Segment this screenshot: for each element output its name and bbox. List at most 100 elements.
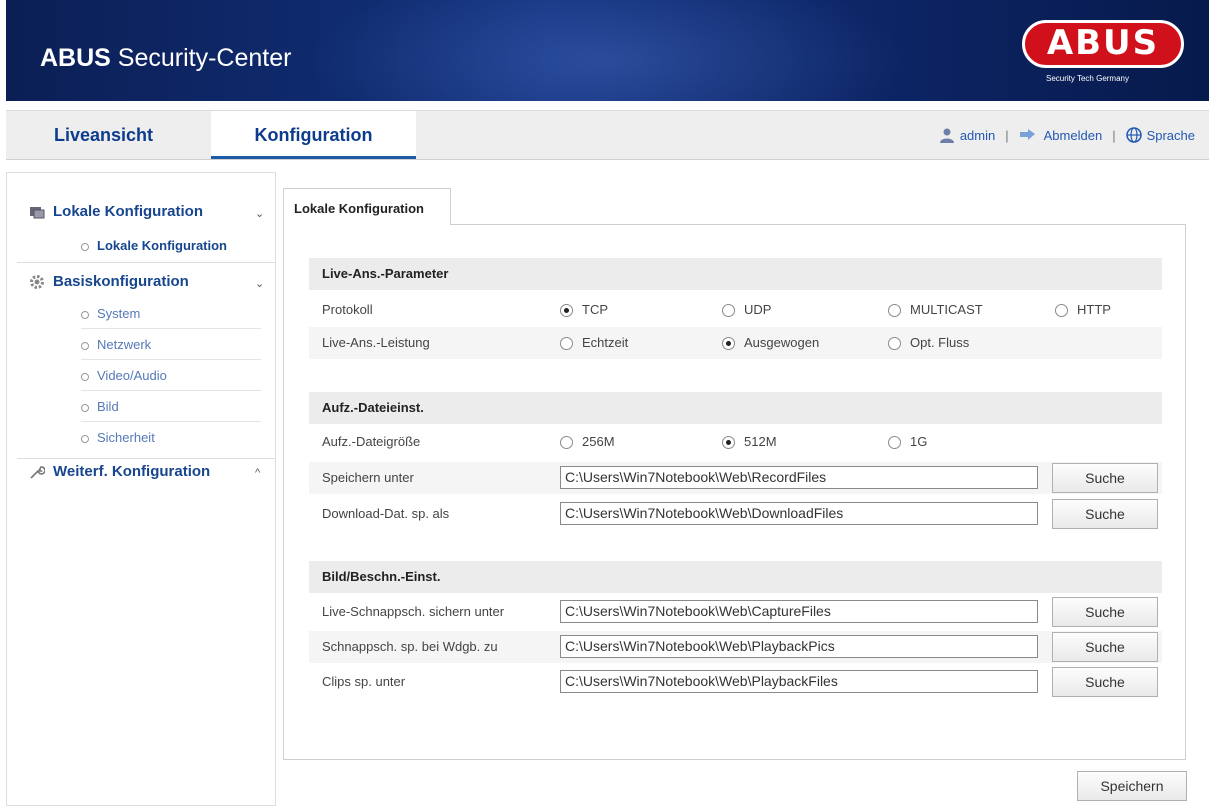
wrench-icon	[30, 465, 45, 479]
bullet-icon	[81, 434, 89, 443]
user-bar: admin | Abmelden | Sprache	[939, 111, 1195, 159]
radio-circle	[1055, 303, 1068, 317]
user-icon	[939, 128, 954, 143]
header-banner: ABUS Security-Center ABUS Security Tech …	[6, 0, 1209, 101]
user-name: admin	[959, 127, 996, 143]
radio-echtzeit[interactable]: Echtzeit	[560, 327, 628, 359]
dateigroesse-row: Aufz.-Dateigröße 256M 512M 1G	[309, 426, 1162, 458]
user-link[interactable]: admin	[939, 127, 995, 143]
separator: |	[1112, 127, 1116, 143]
radio-circle	[560, 303, 573, 317]
bullet-icon	[81, 403, 89, 412]
radio-circle	[888, 435, 901, 449]
capture-row: Live-Schnappsch. sichern unter C:\Users\…	[309, 596, 1162, 628]
browse-capture-button[interactable]: Suche	[1052, 597, 1158, 627]
tab-konfiguration[interactable]: Konfiguration	[211, 111, 416, 159]
top-navigation: Liveansicht Konfiguration admin | Abmeld…	[6, 110, 1209, 160]
capture-path-field[interactable]: C:\Users\Win7Notebook\Web\CaptureFiles	[560, 600, 1038, 623]
radio-label: 1G	[910, 434, 928, 449]
radio-label: 256M	[582, 434, 615, 449]
chevron-down-icon[interactable]: ⌄	[255, 207, 264, 220]
radio-256m[interactable]: 256M	[560, 426, 615, 458]
app-title: ABUS Security-Center	[40, 44, 292, 72]
bullet-icon	[81, 242, 89, 251]
sidebar-item-label: Netzwerk	[97, 337, 152, 352]
tab-liveansicht[interactable]: Liveansicht	[54, 111, 153, 159]
field-label: Live-Ans.-Leistung	[322, 335, 430, 350]
bullet-icon	[81, 341, 89, 350]
radio-label: UDP	[744, 302, 772, 317]
logout-label: Abmelden	[1043, 127, 1103, 143]
banner-glow	[306, 0, 906, 101]
divider	[17, 262, 275, 263]
tab-lokale-konfiguration[interactable]: Lokale Konfiguration	[283, 188, 451, 225]
radio-circle	[722, 303, 735, 317]
section-title: Bild/Beschn.-Einst.	[309, 561, 1162, 593]
record-path-field[interactable]: C:\Users\Win7Notebook\Web\RecordFiles	[560, 466, 1038, 489]
sidebar-item-label: Lokale Konfiguration	[97, 238, 227, 253]
radio-circle	[888, 336, 901, 350]
logout-icon	[1019, 129, 1035, 140]
radio-ausgewogen[interactable]: Ausgewogen	[722, 327, 819, 359]
chevron-up-icon[interactable]: ^	[255, 467, 260, 479]
sidebar-item-sicherheit[interactable]: Sicherheit	[81, 423, 261, 453]
local-config-icon	[30, 206, 45, 218]
browse-clips-button[interactable]: Suche	[1052, 667, 1158, 697]
logout-link[interactable]: Abmelden	[1019, 127, 1103, 143]
radio-circle	[560, 435, 573, 449]
field-label: Speichern unter	[322, 470, 414, 485]
leistung-row: Live-Ans.-Leistung Echtzeit Ausgewogen O…	[309, 327, 1162, 359]
browse-record-button[interactable]: Suche	[1052, 463, 1158, 493]
radio-multicast[interactable]: MULTICAST	[888, 294, 983, 326]
sidebar-group-label: Basiskonfiguration	[53, 273, 189, 290]
clips-row: Clips sp. unter C:\Users\Win7Notebook\We…	[309, 666, 1162, 698]
radio-512m[interactable]: 512M	[722, 426, 777, 458]
chevron-down-icon[interactable]: ⌄	[255, 277, 264, 290]
radio-circle	[560, 336, 573, 350]
speichern-unter-row: Speichern unter C:\Users\Win7Notebook\We…	[309, 462, 1162, 494]
browse-playback-pics-button[interactable]: Suche	[1052, 632, 1158, 662]
field-label: Download-Dat. sp. als	[322, 506, 450, 521]
bullet-icon	[81, 310, 89, 319]
sidebar-item-label: Sicherheit	[97, 430, 155, 445]
sidebar-group-weiterf-konfiguration[interactable]: Weiterf. Konfiguration	[29, 463, 210, 480]
radio-circle	[888, 303, 901, 317]
radio-opt-fluss[interactable]: Opt. Fluss	[888, 327, 969, 359]
bullet-icon	[81, 372, 89, 381]
radio-circle	[722, 435, 735, 449]
sidebar-group-basiskonfiguration[interactable]: Basiskonfiguration	[29, 273, 189, 290]
sidebar-item-label: Video/Audio	[97, 368, 167, 383]
radio-label: 512M	[744, 434, 777, 449]
gear-icon	[30, 274, 44, 289]
playback-pics-row: Schnappsch. sp. bei Wdgb. zu C:\Users\Wi…	[309, 631, 1162, 663]
abus-logo: ABUS Security Tech Germany	[1022, 20, 1184, 84]
field-label: Clips sp. unter	[322, 674, 406, 689]
sidebar-item-label: Bild	[97, 399, 119, 414]
field-label: Live-Schnappsch. sichern unter	[322, 604, 505, 619]
radio-1g[interactable]: 1G	[888, 426, 927, 458]
clips-path-field[interactable]: C:\Users\Win7Notebook\Web\PlaybackFiles	[560, 670, 1038, 693]
sidebar-group-lokale-konfiguration[interactable]: Lokale Konfiguration	[29, 203, 203, 220]
radio-circle	[722, 336, 735, 350]
radio-tcp[interactable]: TCP	[560, 294, 608, 326]
section-title: Live-Ans.-Parameter	[309, 258, 1162, 290]
browse-download-button[interactable]: Suche	[1052, 499, 1158, 529]
sidebar-item-lokale-konfiguration[interactable]: Lokale Konfiguration	[81, 231, 261, 261]
sidebar-item-label: System	[97, 306, 141, 321]
radio-label: Opt. Fluss	[910, 335, 970, 350]
download-path-field[interactable]: C:\Users\Win7Notebook\Web\DownloadFiles	[560, 502, 1038, 525]
sidebar-item-netzwerk[interactable]: Netzwerk	[81, 330, 261, 360]
sidebar: Lokale Konfiguration ⌄ Lokale Konfigurat…	[6, 172, 276, 806]
language-label: Sprache	[1146, 127, 1195, 143]
download-row: Download-Dat. sp. als C:\Users\Win7Noteb…	[309, 498, 1162, 530]
settings-panel: Live-Ans.-Parameter Protokoll TCP UDP MU…	[283, 224, 1186, 760]
language-link[interactable]: Sprache	[1125, 127, 1195, 143]
field-label: Schnappsch. sp. bei Wdgb. zu	[322, 639, 498, 654]
save-button[interactable]: Speichern	[1077, 771, 1187, 801]
playback-pics-path-field[interactable]: C:\Users\Win7Notebook\Web\PlaybackPics	[560, 635, 1038, 658]
sidebar-item-video-audio[interactable]: Video/Audio	[81, 361, 261, 391]
radio-udp[interactable]: UDP	[722, 294, 771, 326]
radio-http[interactable]: HTTP	[1055, 294, 1111, 326]
sidebar-item-bild[interactable]: Bild	[81, 392, 261, 422]
sidebar-item-system[interactable]: System	[81, 299, 261, 329]
